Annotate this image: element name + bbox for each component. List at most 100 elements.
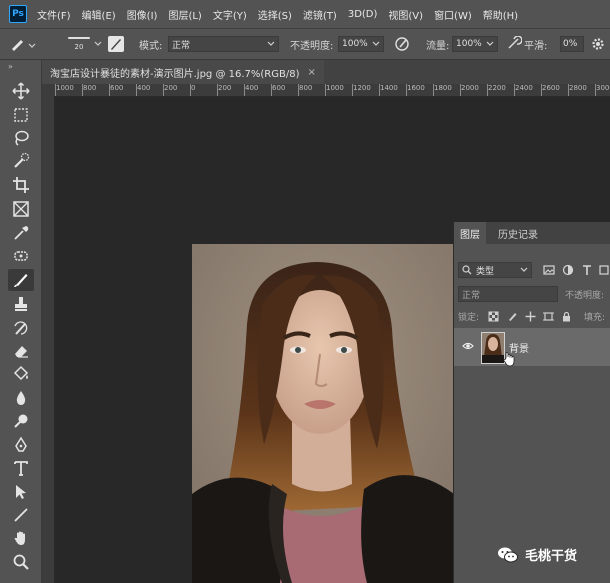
lasso-tool[interactable]: [8, 127, 34, 149]
menu-image[interactable]: 图像(I): [127, 7, 158, 22]
portrait-photo: [192, 244, 454, 583]
line-tool[interactable]: [8, 504, 34, 526]
line-icon: [14, 508, 28, 522]
tool-preset-picker[interactable]: [8, 29, 38, 59]
zoom-tool[interactable]: [8, 551, 34, 573]
ruler-tick: [136, 84, 137, 96]
hand-tool[interactable]: [8, 527, 34, 549]
vertical-ruler[interactable]: [42, 96, 55, 583]
ruler-tick: [433, 84, 434, 96]
marquee-tool[interactable]: [8, 104, 34, 126]
brush-size-picker[interactable]: 20: [64, 29, 94, 59]
wechat-icon: [498, 547, 518, 562]
eraser-tool[interactable]: [8, 340, 34, 362]
brush-settings-button[interactable]: [590, 29, 606, 59]
menu-file[interactable]: 文件(F): [37, 7, 71, 22]
gear-icon: [592, 38, 604, 50]
move-tool[interactable]: [8, 80, 34, 102]
type-tool[interactable]: [8, 457, 34, 479]
eye-icon[interactable]: [462, 341, 474, 351]
menu-filter[interactable]: 滤镜(T): [303, 7, 337, 22]
dodge-tool[interactable]: [8, 410, 34, 432]
lock-position-icon[interactable]: [525, 311, 536, 322]
frame-tool[interactable]: [8, 198, 34, 220]
blend-row: 正常 不透明度:: [454, 284, 610, 304]
crop-tool[interactable]: [8, 174, 34, 196]
close-icon[interactable]: ×: [307, 67, 315, 78]
path-selection-tool[interactable]: [8, 481, 34, 503]
lock-artboard-icon[interactable]: [543, 311, 554, 322]
type-filter-icon[interactable]: [581, 264, 593, 276]
menu-3d[interactable]: 3D(D): [348, 9, 378, 20]
ruler-label: 600: [272, 84, 286, 92]
layer-row[interactable]: 背景: [454, 328, 610, 367]
ruler-label: 200: [164, 84, 178, 92]
adjustment-filter-icon[interactable]: [562, 264, 574, 276]
blend-mode-value: 正常: [172, 40, 191, 51]
opacity-field[interactable]: 100%: [338, 36, 384, 52]
brush-tool[interactable]: [8, 269, 34, 291]
blur-tool[interactable]: [8, 387, 34, 409]
lock-row: 锁定: 填充:: [454, 306, 610, 326]
smoothing-field[interactable]: 0%: [560, 36, 584, 52]
menu-edit[interactable]: 编辑(E): [82, 7, 116, 22]
brush-size-dropdown-arrow[interactable]: [94, 29, 102, 59]
ruler-tick: [487, 84, 488, 96]
ruler-tick: [406, 84, 407, 96]
pressure-opacity-button[interactable]: [394, 29, 410, 59]
brush-panel-toggle[interactable]: [108, 29, 124, 59]
healing-brush-tool[interactable]: [8, 245, 34, 267]
shape-filter-icon[interactable]: [598, 264, 610, 276]
ruler-tick: [325, 84, 326, 96]
blend-mode-select[interactable]: 正常: [168, 36, 279, 52]
ruler-tick: [460, 84, 461, 96]
ruler-tick: [514, 84, 515, 96]
image-filter-icon[interactable]: [543, 264, 555, 276]
tab-layers[interactable]: 图层: [454, 222, 486, 244]
quick-selection-icon: [14, 152, 30, 168]
ruler-tick: [109, 84, 110, 96]
pen-tool[interactable]: [8, 434, 34, 456]
lock-all-icon[interactable]: [561, 311, 572, 322]
menu-window[interactable]: 窗口(W): [434, 7, 472, 22]
collapse-panel-icon[interactable]: »: [8, 62, 13, 71]
path-select-icon: [16, 485, 26, 499]
clone-stamp-tool[interactable]: [8, 293, 34, 315]
document-tab[interactable]: 淘宝店设计暴徒的素材-演示图片.jpg @ 16.7%(RGB/8) ×: [42, 60, 324, 84]
photoshop-logo[interactable]: Ps: [9, 5, 27, 23]
horizontal-ruler[interactable]: 1000 800 600 400 200 0 200 400 600 800 1000 1200 140…: [42, 84, 610, 97]
document-image[interactable]: [192, 244, 454, 583]
flow-field[interactable]: 100%: [452, 36, 498, 52]
chevron-down-icon: [520, 267, 528, 272]
hand-cursor-icon: [503, 352, 515, 367]
tab-history[interactable]: 历史记录: [492, 222, 544, 244]
menu-select[interactable]: 选择(S): [258, 7, 292, 22]
move-icon: [12, 82, 30, 100]
eyedropper-tool[interactable]: [8, 222, 34, 244]
chevron-down-icon: [267, 41, 275, 46]
quick-selection-tool[interactable]: [8, 150, 34, 172]
menu-view[interactable]: 视图(V): [388, 7, 423, 22]
paint-bucket-tool[interactable]: [8, 363, 34, 385]
opacity-label: 不透明度:: [290, 40, 334, 52]
menu-help[interactable]: 帮助(H): [483, 7, 518, 22]
ruler-tick: [595, 84, 596, 96]
history-brush-tool[interactable]: [8, 317, 34, 339]
layer-kind-filter[interactable]: 类型: [458, 262, 532, 278]
ruler-label: 2400: [515, 84, 533, 92]
fill-label: 填充:: [584, 312, 606, 323]
lock-pixels-icon[interactable]: [507, 311, 518, 322]
airbrush-button[interactable]: [506, 29, 522, 59]
watermark: 毛桃干货: [497, 545, 577, 564]
brush-preset-icon: [12, 40, 36, 51]
menu-layer[interactable]: 图层(L): [168, 7, 201, 22]
eyedropper-icon: [14, 226, 29, 240]
layer-opacity-label: 不透明度:: [565, 290, 605, 301]
lock-transparent-icon[interactable]: [488, 311, 499, 322]
ruler-tick: [217, 84, 218, 96]
watermark-text: 毛桃干货: [525, 549, 578, 564]
layer-blend-mode[interactable]: 正常: [458, 286, 558, 302]
menu-type[interactable]: 文字(Y): [213, 7, 247, 22]
ruler-tick: [298, 84, 299, 96]
ruler-tick: [55, 84, 56, 96]
